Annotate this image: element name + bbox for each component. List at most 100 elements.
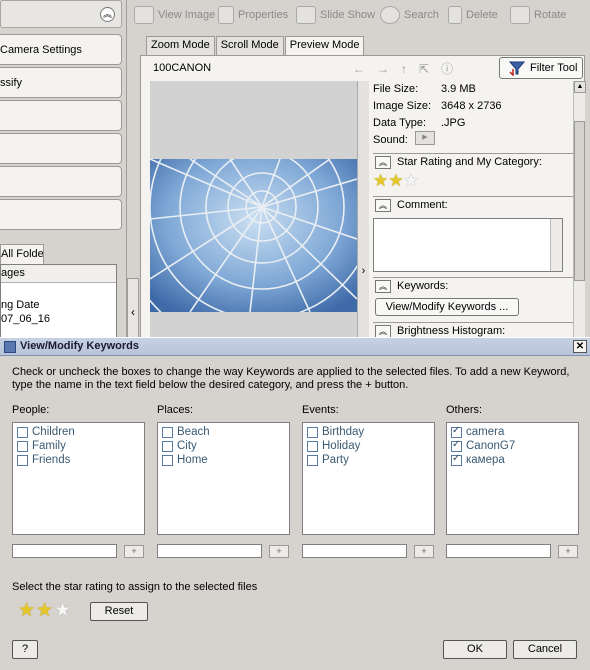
close-icon[interactable]: ✕ [573,340,587,353]
folder-item[interactable]: 07_06_16 [1,313,50,325]
checkbox[interactable] [307,426,318,438]
others-new-keyword-input[interactable] [446,544,551,558]
search-icon [380,6,400,24]
view-image-button[interactable]: View Image [134,4,215,26]
checkbox[interactable] [17,440,28,452]
checkbox[interactable] [307,440,318,452]
play-sound-button[interactable]: ▶ [415,131,435,145]
star-icon-empty[interactable]: ★ [54,600,72,621]
comment-field[interactable] [373,218,563,272]
events-label: Events: [302,404,339,416]
people-add-button[interactable]: + [124,545,144,558]
collapse-up-icon[interactable]: ︽ [100,7,115,22]
up-arrow-icon[interactable]: ↑ [401,62,419,76]
filter-tool-button[interactable]: Filter Tool [499,57,583,79]
keyword-item[interactable]: CanonG7 [451,439,578,453]
tab-scroll-mode[interactable]: Scroll Mode [215,36,284,55]
left-panel-item-classify[interactable]: ssify [0,67,122,98]
others-add-button[interactable]: + [558,545,578,558]
keyword-item[interactable]: Friends [17,453,144,467]
collapse-section-icon[interactable]: ︽ [375,280,391,293]
star-rating-selector[interactable]: ★★★ [18,599,72,622]
tab-all-folders[interactable]: All Folders [0,244,44,264]
keywords-section: ︽ Keywords: [373,277,573,293]
folder-list-header: ages [1,265,116,283]
app-icon [4,341,16,353]
keyword-item[interactable]: Children [17,425,144,439]
left-panel-item[interactable] [0,199,122,230]
places-add-button[interactable]: + [269,545,289,558]
people-label: People: [12,404,50,416]
dialog-titlebar[interactable]: View/Modify Keywords ✕ [0,338,590,356]
keyword-item[interactable]: камера [451,453,578,467]
star-icon-filled: ★ [388,171,404,190]
star-icon-filled[interactable]: ★ [18,600,36,621]
file-info-panel: File Size: 3.9 MB Image Size: 3648 x 2736 … [373,81,573,345]
keyword-item[interactable]: Family [17,439,144,453]
left-panel-item-camera-settings[interactable]: Camera Settings [0,34,122,65]
left-panel-item[interactable] [0,166,122,197]
collapse-section-icon[interactable]: ︽ [375,199,391,212]
rotate-icon [510,6,530,24]
tab-zoom-mode[interactable]: Zoom Mode [146,36,215,55]
people-new-keyword-input[interactable] [12,544,117,558]
checkbox[interactable] [162,426,173,438]
keyword-item[interactable]: Beach [162,425,289,439]
keyword-item[interactable]: Holiday [307,439,434,453]
preview-panel: 100CANON ←→↑⇱ⓘ Filter Tool › File Size: … [140,55,586,345]
slide-show-icon [296,6,316,24]
cancel-button[interactable]: Cancel [513,640,577,659]
checkbox-checked[interactable] [451,453,462,466]
events-new-keyword-input[interactable] [302,544,407,558]
trash-icon [448,6,462,24]
slide-show-button[interactable]: Slide Show [296,4,375,26]
checkbox[interactable] [162,454,173,466]
ok-button[interactable]: OK [443,640,507,659]
rotate-button[interactable]: Rotate [510,4,566,26]
keyword-item[interactable]: City [162,439,289,453]
checkbox[interactable] [162,440,173,452]
folder-item[interactable]: ng Date [1,299,40,311]
scrollbar-thumb[interactable] [574,121,585,281]
back-arrow-icon[interactable]: ← [353,62,377,76]
help-button[interactable]: ? [12,640,38,659]
search-button[interactable]: Search [380,4,439,26]
checkbox[interactable] [17,426,28,438]
keyword-item[interactable]: Party [307,453,434,467]
keyword-item[interactable]: Birthday [307,425,434,439]
people-keyword-list: Children Family Friends [12,422,145,535]
info-icon[interactable]: ⓘ [441,62,465,76]
events-keyword-list: Birthday Holiday Party [302,422,435,535]
checkbox-checked[interactable] [451,425,462,438]
star-rating-display[interactable]: ★★★ [373,171,419,191]
forward-arrow-icon[interactable]: → [377,62,401,76]
view-mode-tabs: Zoom Mode Scroll Mode Preview Mode [146,36,365,56]
left-panel-item[interactable] [0,133,122,164]
star-icon-filled[interactable]: ★ [36,600,54,621]
checkbox[interactable] [17,454,28,466]
tab-preview-mode[interactable]: Preview Mode [284,36,365,56]
delete-button[interactable]: Delete [448,4,498,26]
places-new-keyword-input[interactable] [157,544,262,558]
scroll-up-icon[interactable]: ▲ [574,81,586,93]
folder-list: ages ng Date 07_06_16 [0,264,117,345]
view-modify-keywords-button[interactable]: View/Modify Keywords ... [375,298,519,316]
checkbox-checked[interactable] [451,439,462,452]
left-panel-item[interactable] [0,100,122,131]
keyword-item[interactable]: Home [162,453,289,467]
properties-button[interactable]: Properties [218,4,288,26]
collapse-left-pane-button[interactable]: ‹ [127,278,139,345]
checkbox[interactable] [307,454,318,466]
preview-image[interactable] [150,159,357,312]
view-modify-keywords-dialog: View/Modify Keywords ✕ Check or uncheck … [0,337,590,670]
events-add-button[interactable]: + [414,545,434,558]
navigation-icons: ←→↑⇱ⓘ [353,60,465,77]
comment-scrollbar[interactable] [550,219,562,271]
collapse-info-arrow[interactable]: › [357,81,369,345]
pointer-icon[interactable]: ⇱ [419,62,441,76]
info-scrollbar[interactable]: ▲ [573,81,586,345]
keyword-item[interactable]: camera [451,425,578,439]
reset-button[interactable]: Reset [90,602,148,621]
brightness-histogram-section: ︽ Brightness Histogram: [373,322,573,338]
collapse-section-icon[interactable]: ︽ [375,156,391,169]
